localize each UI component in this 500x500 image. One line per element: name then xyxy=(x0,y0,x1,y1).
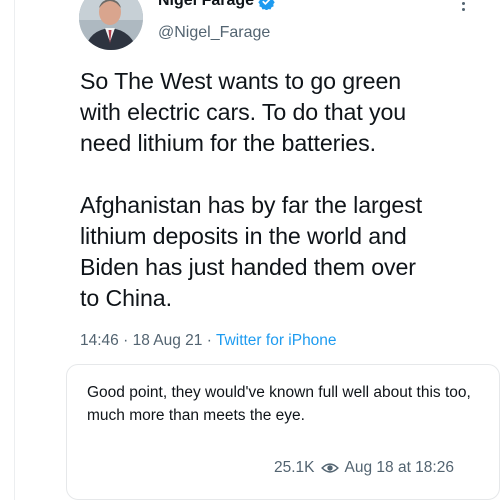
reply-text: Good point, they would've known full wel… xyxy=(87,384,471,424)
tweet-paragraph-2: Afghanistan has by far the largest lithi… xyxy=(80,192,423,311)
reply-card[interactable]: Good point, they would've known full wel… xyxy=(66,364,500,500)
reply-timestamp: Aug 18 at 18:26 xyxy=(344,459,454,476)
author-handle[interactable]: @Nigel_Farage xyxy=(158,24,270,42)
more-options-icon[interactable] xyxy=(456,0,470,16)
tweet-screenshot: Nigel Farage @Nigel_Farage So The West w… xyxy=(0,0,500,500)
display-name[interactable]: Nigel Farage xyxy=(158,0,254,10)
tweet-source-link[interactable]: Twitter for iPhone xyxy=(216,332,337,349)
author-name-row[interactable]: Nigel Farage xyxy=(158,0,275,10)
meta-separator: · xyxy=(206,332,212,349)
reply-footer: 25.1K Aug 18 at 18:26 xyxy=(274,459,454,477)
tweet-body: So The West wants to go green with elect… xyxy=(80,66,490,314)
avatar[interactable] xyxy=(79,0,143,50)
tweet-date[interactable]: 18 Aug 21 xyxy=(133,332,203,349)
divider xyxy=(14,0,15,500)
view-count: 25.1K xyxy=(274,459,315,476)
tweet-time[interactable]: 14:46 xyxy=(80,332,119,349)
eye-icon xyxy=(320,463,339,473)
meta-separator: · xyxy=(123,332,129,349)
avatar-image xyxy=(79,0,143,50)
tweet-paragraph-1: So The West wants to go green with elect… xyxy=(80,68,407,156)
tweet-meta: 14:46 · 18 Aug 21 · Twitter for iPhone xyxy=(80,332,337,350)
verified-badge-icon xyxy=(258,0,275,10)
